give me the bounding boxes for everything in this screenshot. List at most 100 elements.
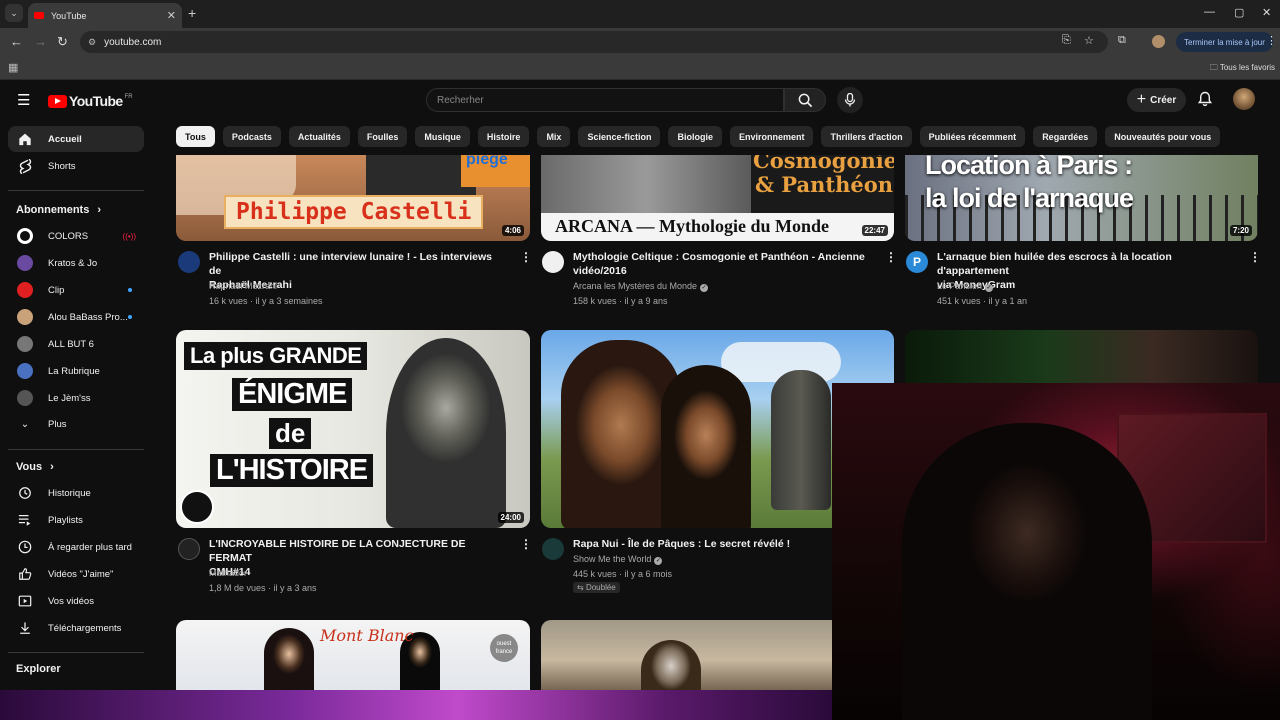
filter-chip[interactable]: Thrillers d'action bbox=[821, 126, 912, 147]
you-title: Vous bbox=[16, 461, 43, 473]
video-thumbnail[interactable]: Cosmogonie & Panthéon ARCANA — Mythologi… bbox=[541, 155, 894, 241]
close-tab-icon[interactable]: ✕ bbox=[167, 9, 176, 22]
thumbnail-sub-text: Cosmogonie & Panthéon bbox=[753, 155, 894, 197]
address-bar[interactable]: ⚙ youtube.com bbox=[80, 31, 1108, 53]
subscriptions-heading[interactable]: Abonnements › bbox=[16, 204, 101, 216]
mathador-logo bbox=[180, 490, 214, 524]
sidebar-item-you[interactable]: Vidéos "J'aime" bbox=[8, 561, 144, 587]
video-thumbnail[interactable] bbox=[905, 330, 1258, 390]
filter-chip[interactable]: Foulles bbox=[357, 126, 408, 147]
sidebar-subscription[interactable]: ALL BUT 6 bbox=[8, 331, 144, 357]
voice-search-button[interactable] bbox=[837, 87, 863, 113]
sidebar-item-shorts[interactable]: Shorts bbox=[8, 153, 144, 179]
video-title[interactable]: L'INCROYABLE HISTOIRE DE LA CONJECTURE D… bbox=[209, 537, 509, 579]
thumbnail-title-text: ARCANA — Mythologie du Monde bbox=[541, 213, 894, 241]
browser-tab[interactable]: YouTube ✕ bbox=[28, 3, 182, 28]
filter-chip[interactable]: Science-fiction bbox=[578, 126, 661, 147]
filter-chip[interactable]: Musique bbox=[415, 126, 470, 147]
close-window-icon[interactable]: ✕ bbox=[1262, 6, 1271, 19]
channel-avatar[interactable] bbox=[542, 251, 564, 273]
filter-chip[interactable]: Environnement bbox=[729, 126, 814, 147]
video-duration: 24:00 bbox=[497, 512, 524, 523]
channel-name[interactable]: Raphaël Mezrahi bbox=[209, 281, 277, 291]
minimize-icon[interactable]: — bbox=[1204, 6, 1215, 18]
sidebar-label: Playlists bbox=[48, 514, 83, 526]
video-thumbnail[interactable]: Mont Blanc ouest france bbox=[176, 620, 530, 700]
channel-avatar[interactable] bbox=[178, 251, 200, 273]
channel-avatar[interactable]: P bbox=[906, 251, 928, 273]
filter-chip[interactable]: Podcasts bbox=[222, 126, 281, 147]
search-input[interactable]: Recherher bbox=[426, 88, 784, 112]
search-button[interactable] bbox=[784, 88, 826, 112]
sidebar-item-you[interactable]: Téléchargements bbox=[8, 615, 144, 641]
sidebar-subscription[interactable]: Kratos & Jo bbox=[8, 250, 144, 276]
hamburger-menu-icon[interactable]: ☰ bbox=[17, 91, 30, 109]
video-meta: 451 k vues · il y a 1 an bbox=[937, 296, 1028, 306]
reload-icon[interactable]: ↻ bbox=[57, 34, 68, 50]
video-thumbnail[interactable]: Location à Paris : la loi de l'arnaque 7… bbox=[905, 155, 1258, 241]
sidebar-item-you[interactable]: Vos vidéos bbox=[8, 588, 144, 614]
filter-chip[interactable]: Tous bbox=[176, 126, 215, 147]
thumbnail-title-text: Philippe Castelli bbox=[224, 195, 484, 229]
video-title[interactable]: Mythologie Celtique : Cosmogonie et Pant… bbox=[573, 250, 873, 278]
filter-chip[interactable]: Actualités bbox=[288, 126, 350, 147]
youtube-play-icon bbox=[48, 94, 67, 108]
filter-chip[interactable]: Regardées bbox=[1033, 126, 1098, 147]
more-actions-icon[interactable]: ⋮ bbox=[1249, 250, 1261, 264]
channel-avatar[interactable] bbox=[542, 538, 564, 560]
channel-name-text: Arcana les Mystères du Monde bbox=[573, 281, 698, 291]
youtube-logo[interactable]: YouTube FR bbox=[48, 93, 133, 109]
channel-name[interactable]: Le Parisien ✓ bbox=[937, 281, 994, 292]
channel-avatar-image bbox=[17, 336, 33, 352]
sidebar-subscription[interactable]: Alou BaBass Pro... bbox=[8, 304, 144, 330]
more-actions-icon[interactable]: ⋮ bbox=[520, 537, 532, 551]
filter-chip[interactable]: Publiées récemment bbox=[919, 126, 1026, 147]
update-button[interactable]: Terminer la mise à jour bbox=[1176, 32, 1273, 52]
filter-chip[interactable]: Biologie bbox=[668, 126, 722, 147]
channel-avatar[interactable] bbox=[178, 538, 200, 560]
video-title[interactable]: Rapa Nui - Île de Pâques : Le secret rév… bbox=[573, 537, 873, 551]
bookmark-star-icon[interactable]: ☆ bbox=[1084, 34, 1094, 47]
more-actions-icon[interactable]: ⋮ bbox=[520, 250, 532, 264]
sidebar-item-you[interactable]: Historique bbox=[8, 480, 144, 506]
sidebar-item-home[interactable]: Accueil bbox=[8, 126, 144, 152]
video-thumbnail[interactable] bbox=[541, 620, 832, 700]
sidebar-subscription[interactable]: Le Jèm'ss bbox=[8, 385, 144, 411]
channel-name[interactable]: Arcana les Mystères du Monde ✓ bbox=[573, 281, 709, 292]
channel-name[interactable]: Show Me the World ✓ bbox=[573, 554, 663, 565]
more-actions-icon[interactable]: ⋮ bbox=[885, 250, 897, 264]
chevron-down-icon: ⌄ bbox=[20, 418, 30, 430]
install-app-icon[interactable]: ⎘ bbox=[1062, 34, 1071, 47]
notifications-bell-icon[interactable] bbox=[1197, 91, 1213, 107]
filter-chip[interactable]: Mix bbox=[537, 126, 571, 147]
forward-icon[interactable]: → bbox=[34, 34, 47, 49]
you-heading[interactable]: Vous › bbox=[16, 461, 54, 473]
sidebar-item-you[interactable]: Playlists bbox=[8, 507, 144, 533]
back-icon[interactable]: ← bbox=[10, 34, 23, 49]
thumbnail-sub-text: la loi de l'arnaque bbox=[925, 183, 1134, 213]
profile-icon[interactable] bbox=[1152, 35, 1165, 48]
plus-icon: + bbox=[1136, 91, 1147, 108]
channel-name[interactable]: Mathador bbox=[209, 568, 247, 578]
sidebar-label: À regarder plus tard bbox=[48, 541, 132, 553]
sidebar-subscription[interactable]: La Rubrique bbox=[8, 358, 144, 384]
all-bookmarks-link[interactable]: 🗀 Tous les favoris bbox=[1210, 62, 1275, 76]
filter-chip[interactable]: Histoire bbox=[477, 126, 530, 147]
new-tab-icon[interactable]: + bbox=[188, 5, 196, 21]
browser-menu-icon[interactable]: ⋮ bbox=[1266, 34, 1277, 47]
sidebar-subscription[interactable]: Clip bbox=[8, 277, 144, 303]
sidebar-item-more[interactable]: ⌄ Plus bbox=[8, 411, 144, 437]
filter-chip[interactable]: Nouveautés pour vous bbox=[1105, 126, 1221, 147]
maximize-icon[interactable]: ▢ bbox=[1234, 6, 1244, 19]
video-thumbnail[interactable]: piège Philippe Castelli 4:06 bbox=[176, 155, 530, 241]
tab-search-icon[interactable]: ⌄ bbox=[5, 4, 23, 22]
sidebar-item-you[interactable]: À regarder plus tard bbox=[8, 534, 144, 560]
extensions-icon[interactable]: ⧉ bbox=[1118, 34, 1126, 47]
site-info-icon[interactable]: ⚙ bbox=[88, 37, 96, 48]
sidebar-subscription[interactable]: COLORS ((•)) bbox=[8, 223, 144, 249]
create-button[interactable]: + Créer bbox=[1127, 88, 1186, 112]
account-avatar[interactable] bbox=[1233, 88, 1255, 110]
apps-grid-icon[interactable]: ▦ bbox=[8, 61, 18, 74]
video-thumbnail[interactable]: La plus GRANDE ÉNIGME de L'HISTOIRE 24:0… bbox=[176, 330, 530, 528]
sidebar-label-more: Plus bbox=[48, 418, 67, 430]
